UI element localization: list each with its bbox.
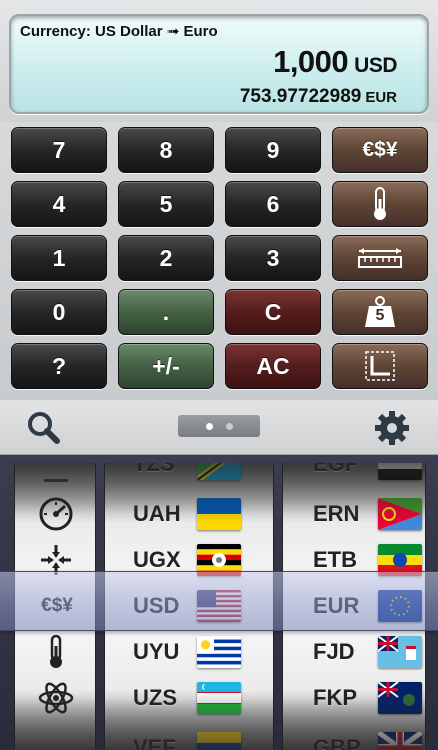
area-category-button[interactable] [332,343,428,389]
converted-value: 753.97722989 EUR [240,86,397,108]
page-dot-2[interactable] [225,422,233,430]
currency-code: UAH [133,501,181,526]
fiji-flag [378,636,422,668]
page-indicator[interactable] [178,415,260,437]
falkland-flag [378,682,422,714]
toolbar [0,400,438,455]
key-9[interactable]: 9 [225,127,321,173]
ruler-icon [357,247,403,269]
key-3[interactable]: 3 [225,235,321,281]
compress-arrows-icon [38,542,74,578]
input-number: 1,000 [273,44,349,79]
keypad: 7 8 9 €$¥ 4 5 6 1 2 3 0 . C 5 ? +/- AC [0,122,438,400]
from-row-partial: TZS [105,463,273,487]
to-row[interactable]: ETB [283,537,425,583]
from-currency-wheel[interactable]: TZS UAH UGX USD UYU UZS VEF [104,463,274,750]
speedometer-icon [38,496,74,532]
input-value: 1,000 USD [273,44,397,80]
thermometer-icon [370,187,390,221]
currency-code: TZS [133,463,175,476]
search-icon[interactable] [24,408,64,448]
thermometer-icon [38,634,74,670]
currency-code: UZS [133,685,177,710]
currency-code: UGX [133,547,181,572]
category-row[interactable] [15,537,95,583]
to-row-partial: GBP [283,725,425,750]
to-row[interactable]: FKP [283,675,425,721]
help-key[interactable]: ? [11,343,107,389]
category-row[interactable] [15,675,95,721]
converted-number: 753.97722989 [239,86,362,107]
temperature-category-button[interactable] [332,181,428,227]
to-row-partial: EGP [283,463,425,487]
ukraine-flag [197,498,241,530]
length-category-button[interactable] [332,235,428,281]
unit-picker: €$¥ TZS UAH UGX USD UYU UZS VEF EGP ERN … [0,455,438,750]
result-display: Currency: US Dollar ➟ Euro 1,000 USD 753.… [9,14,429,114]
currency-code: UYU [133,639,180,664]
from-row-partial: VEF [105,725,273,750]
ethiopia-flag [378,544,422,576]
key-8[interactable]: 8 [118,127,214,173]
key-4[interactable]: 4 [11,181,107,227]
from-row[interactable]: UGX [105,537,273,583]
egypt-flag [378,463,422,480]
currency-code: ERN [313,501,360,526]
category-wheel[interactable]: €$¥ [14,463,96,750]
uk-flag [378,732,422,750]
sign-toggle-key[interactable]: +/- [118,343,214,389]
to-row-selected[interactable]: EUR [283,583,425,629]
clear-key[interactable]: C [225,289,321,335]
key-7[interactable]: 7 [11,127,107,173]
uruguay-flag [197,636,241,668]
currency-code: ETB [313,547,357,572]
usa-flag [197,590,241,622]
from-row[interactable]: UZS [105,675,273,721]
category-row-selected[interactable]: €$¥ [15,583,95,629]
eritrea-flag [378,498,422,530]
currency-code: VEF [133,735,176,750]
input-unit: USD [354,54,397,77]
key-2[interactable]: 2 [118,235,214,281]
currency-symbols-label: €$¥ [362,138,398,161]
category-row[interactable] [15,491,95,537]
currency-code: FKP [313,685,357,710]
eu-flag [378,590,422,622]
all-clear-key[interactable]: AC [225,343,321,389]
venezuela-flag [197,732,241,750]
key-6[interactable]: 6 [225,181,321,227]
page-dot-1[interactable] [205,422,213,430]
to-row[interactable]: FJD [283,629,425,675]
uganda-flag [197,544,241,576]
to-currency-wheel[interactable]: EGP ERN ETB EUR FJD FKP GBP [282,463,426,750]
key-1[interactable]: 1 [11,235,107,281]
converted-unit: EUR [365,89,397,106]
atom-icon [38,680,74,716]
from-row[interactable]: UAH [105,491,273,537]
partial-category-icon [38,467,74,485]
area-icon [364,350,396,382]
gear-icon[interactable] [372,408,412,448]
from-row[interactable]: UYU [105,629,273,675]
weight-label: 5 [375,307,385,324]
uzbekistan-flag [197,682,241,714]
tanzania-flag [197,463,241,480]
display-area: Currency: US Dollar ➟ Euro 1,000 USD 753.… [0,0,438,122]
currency-code: EUR [313,593,360,618]
to-row[interactable]: ERN [283,491,425,537]
key-0[interactable]: 0 [11,289,107,335]
decimal-key[interactable]: . [118,289,214,335]
currency-code: FJD [313,639,355,664]
currency-category-button[interactable]: €$¥ [332,127,428,173]
weight-icon: 5 [363,296,397,328]
key-5[interactable]: 5 [118,181,214,227]
conversion-title: Currency: US Dollar ➟ Euro [20,23,218,40]
currency-code: EGP [313,463,360,476]
currency-code: USD [133,593,180,618]
currency-code: GBP [313,735,361,750]
currency-icon: €$¥ [41,595,73,616]
from-row-selected[interactable]: USD [105,583,273,629]
category-row[interactable] [15,629,95,675]
weight-category-button[interactable]: 5 [332,289,428,335]
